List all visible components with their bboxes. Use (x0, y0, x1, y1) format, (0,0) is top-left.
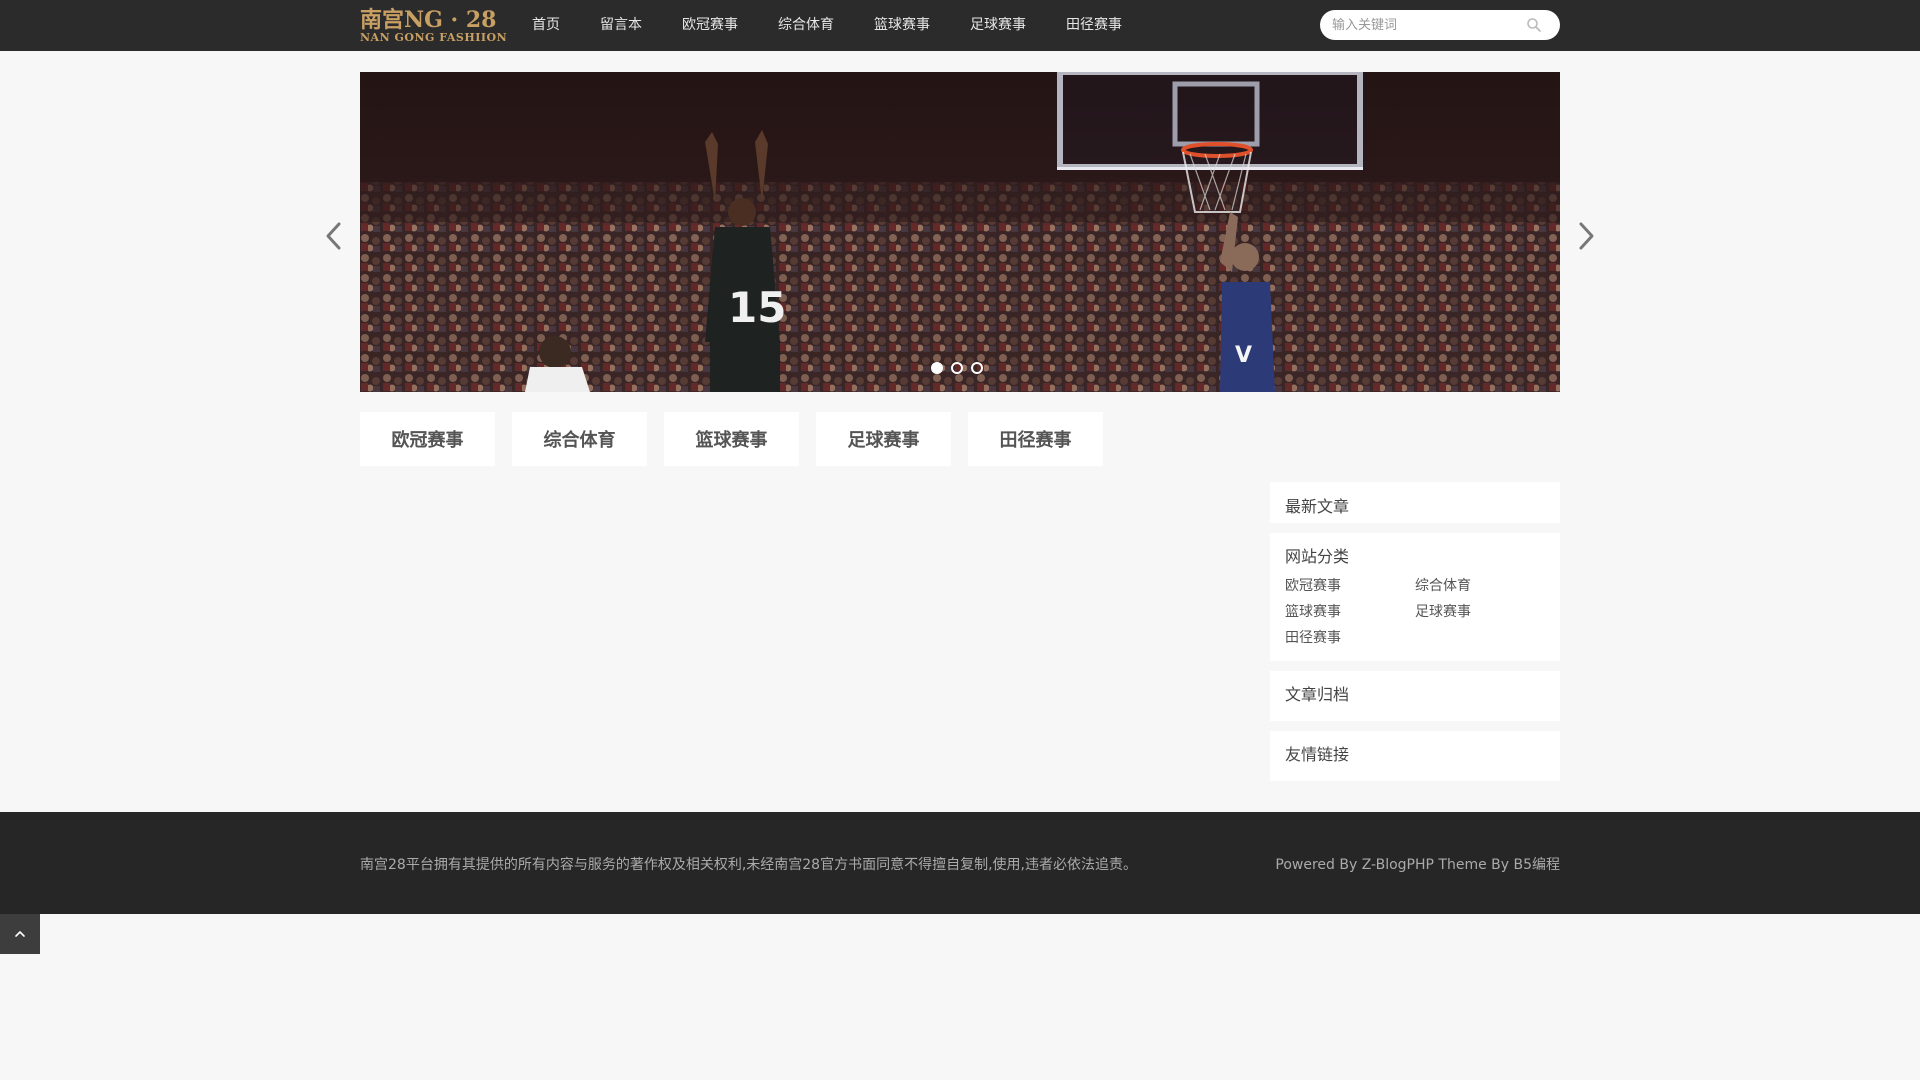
slider-dots (931, 362, 983, 374)
nav-item-athletics[interactable]: 田径赛事 (1046, 0, 1142, 51)
category-tiles: 欧冠赛事 综合体育 篮球赛事 足球赛事 田径赛事 (360, 412, 1103, 466)
logo-title: 南宫NG · 28 (360, 7, 497, 33)
search-box (1320, 10, 1560, 40)
chevron-right-icon[interactable] (1574, 220, 1598, 252)
site-category-link[interactable]: 篮球赛事 (1285, 603, 1415, 621)
widget-title-latest-posts: 最新文章 (1285, 497, 1350, 516)
nav-item-champions-league[interactable]: 欧冠赛事 (662, 0, 758, 51)
main-nav: 首页 留言本 欧冠赛事 综合体育 篮球赛事 足球赛事 田径赛事 (512, 0, 1142, 51)
site-logo[interactable]: 南宫NG · 28 NAN GONG FASHIION (360, 7, 508, 46)
category-tile-general-sports[interactable]: 综合体育 (512, 412, 647, 466)
category-tile-football[interactable]: 足球赛事 (816, 412, 951, 466)
widget-title-friend-links: 友情链接 (1285, 745, 1350, 764)
search-icon[interactable] (1526, 17, 1542, 33)
widget-title-site-categories: 网站分类 (1285, 547, 1350, 566)
widget-site-categories: 网站分类 欧冠赛事 综合体育 篮球赛事 足球赛事 田径赛事 (1270, 533, 1560, 661)
widget-title-archive: 文章归档 (1285, 685, 1350, 704)
back-to-top-button[interactable] (0, 914, 40, 954)
site-category-link[interactable]: 综合体育 (1415, 577, 1545, 595)
footer-powered-by[interactable]: Powered By Z-BlogPHP Theme By B5编程 (1275, 854, 1560, 874)
svg-text:15: 15 (728, 283, 786, 332)
svg-text:V: V (1235, 343, 1252, 368)
footer-copyright: 南宫28平台拥有其提供的所有内容与服务的著作权及相关权利,未经南宫28官方书面同… (360, 857, 1137, 873)
nav-item-guestbook[interactable]: 留言本 (580, 0, 662, 51)
category-tile-basketball[interactable]: 篮球赛事 (664, 412, 799, 466)
site-category-link[interactable]: 田径赛事 (1285, 629, 1415, 647)
slider-dot-3[interactable] (971, 362, 983, 374)
category-tile-athletics[interactable]: 田径赛事 (968, 412, 1103, 466)
slider-dot-2[interactable] (951, 362, 963, 374)
site-category-link[interactable]: 足球赛事 (1415, 603, 1545, 621)
nav-item-basketball[interactable]: 篮球赛事 (854, 0, 950, 51)
slider-dot-1[interactable] (931, 362, 943, 374)
widget-latest-posts: 最新文章 (1270, 482, 1560, 523)
site-footer: 南宫28平台拥有其提供的所有内容与服务的著作权及相关权利,未经南宫28官方书面同… (0, 812, 1920, 914)
slide-image-basketball: 15 V (360, 72, 1560, 392)
nav-item-general-sports[interactable]: 综合体育 (758, 0, 854, 51)
site-category-link[interactable]: 欧冠赛事 (1285, 577, 1415, 595)
site-category-list: 欧冠赛事 综合体育 篮球赛事 足球赛事 田径赛事 (1285, 577, 1547, 647)
widget-archive: 文章归档 (1270, 671, 1560, 721)
logo-subtitle: NAN GONG FASHIION (360, 31, 508, 44)
nav-item-football[interactable]: 足球赛事 (950, 0, 1046, 51)
widget-friend-links: 友情链接 (1270, 731, 1560, 781)
search-input[interactable] (1332, 10, 1522, 40)
hero-slider[interactable]: 15 V (360, 72, 1560, 392)
chevron-left-icon[interactable] (322, 220, 346, 252)
category-tile-champions-league[interactable]: 欧冠赛事 (360, 412, 495, 466)
nav-item-home[interactable]: 首页 (512, 0, 580, 51)
chevron-up-icon (15, 931, 25, 937)
